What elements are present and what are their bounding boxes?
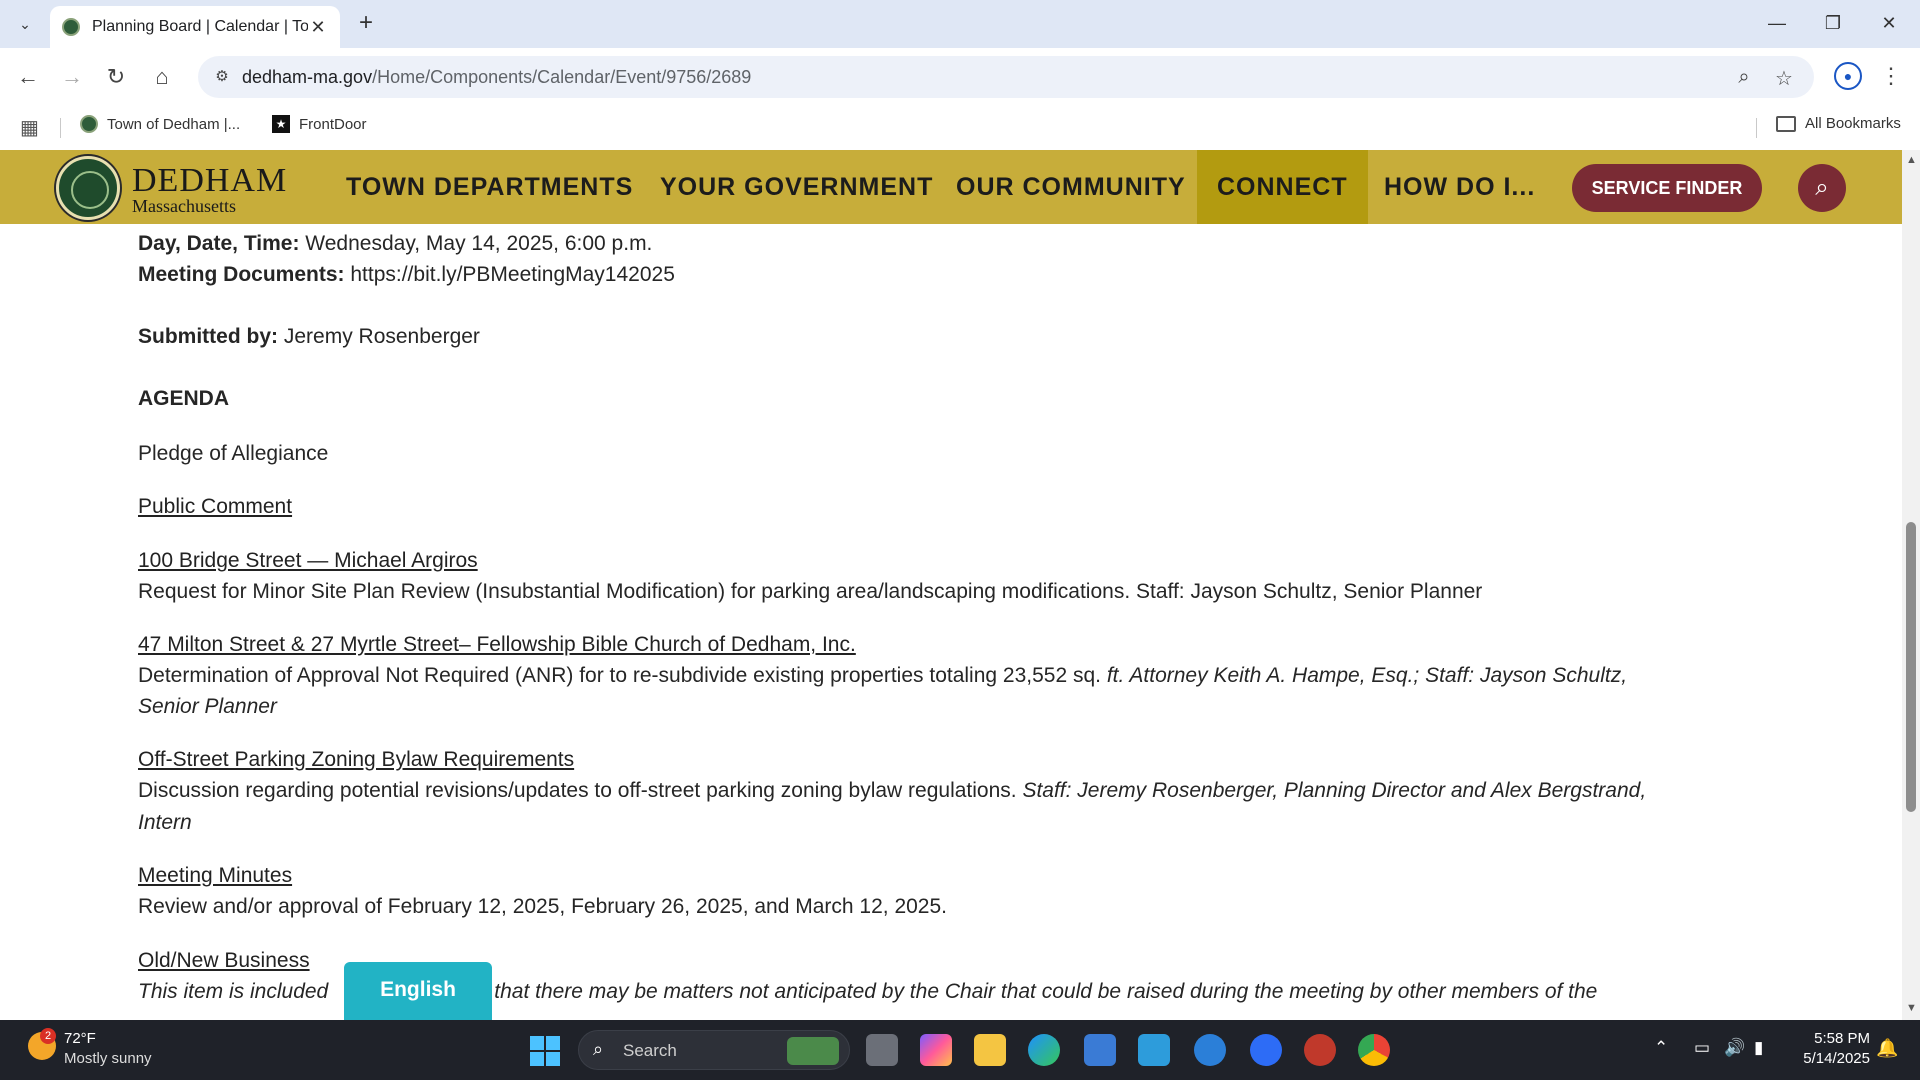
agenda-item-description: Discussion regarding potential revisions… xyxy=(138,779,1647,802)
dedham-seal-icon xyxy=(80,115,98,133)
notification-bell-icon[interactable]: 🔔 xyxy=(1876,1038,1898,1059)
scrollbar-thumb[interactable] xyxy=(1906,522,1916,812)
forward-arrow-icon[interactable]: → xyxy=(56,61,88,93)
taskbar-search-placeholder: Search xyxy=(623,1041,677,1060)
reload-icon[interactable]: ↻ xyxy=(100,61,132,93)
site-header: DEDHAM Massachusetts TOWN DEPARTMENTS YO… xyxy=(0,150,1902,224)
tab-close-icon[interactable]: ✕ xyxy=(308,17,328,38)
minimize-icon[interactable]: — xyxy=(1754,8,1800,38)
dedham-seal-logo-icon[interactable] xyxy=(56,156,120,220)
tray-overflow-chevron-icon[interactable]: ⌃ xyxy=(1654,1038,1668,1058)
dedham-favicon-icon xyxy=(62,18,80,36)
page-scrollbar[interactable]: ▲ ▼ xyxy=(1902,150,1920,1020)
scroll-up-arrow-icon[interactable]: ▲ xyxy=(1906,154,1917,166)
home-icon[interactable]: ⌂ xyxy=(146,61,178,93)
bookmark-separator xyxy=(1756,118,1757,138)
profile-avatar-icon[interactable]: ● xyxy=(1834,62,1862,90)
weather-description[interactable]: Mostly sunny xyxy=(64,1050,152,1067)
zoom-icon[interactable]: ⌕ xyxy=(1732,66,1756,90)
nav-connect[interactable]: CONNECT xyxy=(1197,150,1368,224)
apps-grid-icon[interactable]: ▦ xyxy=(20,115,44,139)
logo-name[interactable]: DEDHAM xyxy=(132,162,287,200)
meeting-documents: Meeting Documents: https://bit.ly/PBMeet… xyxy=(138,263,675,286)
back-arrow-icon[interactable]: ← xyxy=(12,61,44,93)
windows-start-icon[interactable] xyxy=(530,1036,560,1066)
close-window-icon[interactable]: ✕ xyxy=(1866,8,1912,38)
submitted-by: Submitted by: Jeremy Rosenberger xyxy=(138,325,480,348)
address-bar[interactable]: ⚙ dedham-ma.gov/Home/Components/Calendar… xyxy=(198,56,1814,98)
agenda-item-title: Old/New Business xyxy=(138,949,310,972)
frontdoor-icon: ★ xyxy=(272,115,290,133)
myhp-app-icon[interactable] xyxy=(1138,1034,1170,1066)
browser-menu-icon[interactable]: ⋮ xyxy=(1880,62,1902,90)
volume-icon[interactable]: 🔊 xyxy=(1724,1038,1745,1058)
agenda-item-description: Request for Minor Site Plan Review (Insu… xyxy=(138,580,1483,603)
microsoft-store-icon[interactable] xyxy=(1084,1034,1116,1066)
bookmark-town-of-dedham[interactable]: Town of Dedham |... xyxy=(80,115,240,133)
new-tab-button[interactable]: + xyxy=(352,10,380,38)
agenda-item-title: Off-Street Parking Zoning Bylaw Requirem… xyxy=(138,748,575,771)
bookmark-separator xyxy=(60,118,61,138)
service-finder-button[interactable]: SERVICE FINDER xyxy=(1572,164,1762,212)
bookmark-star-icon[interactable]: ☆ xyxy=(1772,66,1796,90)
agenda-item-title: 47 Milton Street & 27 Myrtle Street– Fel… xyxy=(138,633,856,656)
agenda-pledge: Pledge of Allegiance xyxy=(138,442,329,465)
edge-browser-icon[interactable] xyxy=(1028,1034,1060,1066)
copilot-icon[interactable] xyxy=(920,1034,952,1066)
url-text[interactable]: dedham-ma.gov/Home/Components/Calendar/E… xyxy=(242,67,751,88)
nav-our-community[interactable]: OUR COMMUNITY xyxy=(956,150,1186,224)
greenshot-app-icon[interactable] xyxy=(1304,1034,1336,1066)
agenda-item-title: Meeting Minutes xyxy=(138,864,293,887)
network-icon[interactable]: ▭ xyxy=(1694,1038,1710,1058)
nav-town-departments[interactable]: TOWN DEPARTMENTS xyxy=(346,150,633,224)
tab-title: Planning Board | Calendar | Tow xyxy=(92,18,308,35)
agenda-heading: AGENDA xyxy=(138,387,230,410)
nav-your-government[interactable]: YOUR GOVERNMENT xyxy=(660,150,933,224)
task-view-icon[interactable] xyxy=(866,1034,898,1066)
battery-icon[interactable]: ▮ xyxy=(1754,1038,1763,1058)
agenda-item-description-cont: Intern xyxy=(138,811,192,834)
agenda-item-description-cont: Senior Planner xyxy=(138,695,277,718)
tab-search-chevron-icon[interactable]: ⌄ xyxy=(10,10,40,38)
browser-tab-bar: ⌄ Planning Board | Calendar | Tow ✕ + — … xyxy=(0,0,1920,48)
restore-icon[interactable]: ❐ xyxy=(1810,8,1856,38)
all-bookmarks-button[interactable]: All Bookmarks xyxy=(1776,115,1901,132)
scroll-down-arrow-icon[interactable]: ▼ xyxy=(1906,1002,1917,1014)
event-datetime: Day, Date, Time: Wednesday, May 14, 2025… xyxy=(138,232,653,255)
file-explorer-icon[interactable] xyxy=(974,1034,1006,1066)
zoom-app-icon[interactable] xyxy=(1250,1034,1282,1066)
meeting-documents-link[interactable]: https://bit.ly/PBMeetingMay142025 xyxy=(350,263,675,286)
agenda-item-description: Determination of Approval Not Required (… xyxy=(138,664,1628,687)
logo-subtitle[interactable]: Massachusetts xyxy=(132,196,236,217)
weather-temp[interactable]: 72°F xyxy=(64,1030,96,1047)
chrome-app-icon[interactable] xyxy=(1358,1034,1390,1066)
agenda-public-comment: Public Comment xyxy=(138,495,293,518)
bookmarks-bar: ▦ Town of Dedham |... ★ FrontDoor All Bo… xyxy=(0,106,1920,148)
site-search-icon[interactable]: ⌕ xyxy=(1798,164,1846,212)
language-selector-button[interactable]: English xyxy=(344,962,492,1020)
windows-taskbar: 2 72°F Mostly sunny ⌕ Search ⌃ ▭ 🔊 ▮ 5:5… xyxy=(0,1020,1920,1080)
taskbar-search-box[interactable]: ⌕ Search xyxy=(578,1030,850,1070)
agenda-item-title: 100 Bridge Street — Michael Argiros xyxy=(138,549,478,572)
nav-how-do-i[interactable]: HOW DO I... xyxy=(1384,150,1535,224)
search-icon: ⌕ xyxy=(593,1039,604,1059)
search-highlight-image xyxy=(787,1037,839,1065)
browser-toolbar: ← → ↻ ⌂ ⚙ dedham-ma.gov/Home/Components/… xyxy=(0,48,1920,106)
weather-badge: 2 xyxy=(40,1028,56,1044)
browser-tab-active[interactable]: Planning Board | Calendar | Tow ✕ xyxy=(50,6,340,48)
clock-time[interactable]: 5:58 PM xyxy=(1790,1030,1870,1047)
clock-date[interactable]: 5/14/2025 xyxy=(1790,1050,1870,1067)
agenda-item-description: Review and/or approval of February 12, 2… xyxy=(138,895,947,918)
bookmark-frontdoor[interactable]: ★ FrontDoor xyxy=(272,115,367,133)
folder-icon xyxy=(1776,115,1796,132)
help-app-icon[interactable] xyxy=(1194,1034,1226,1066)
site-info-icon[interactable]: ⚙ xyxy=(212,67,232,87)
